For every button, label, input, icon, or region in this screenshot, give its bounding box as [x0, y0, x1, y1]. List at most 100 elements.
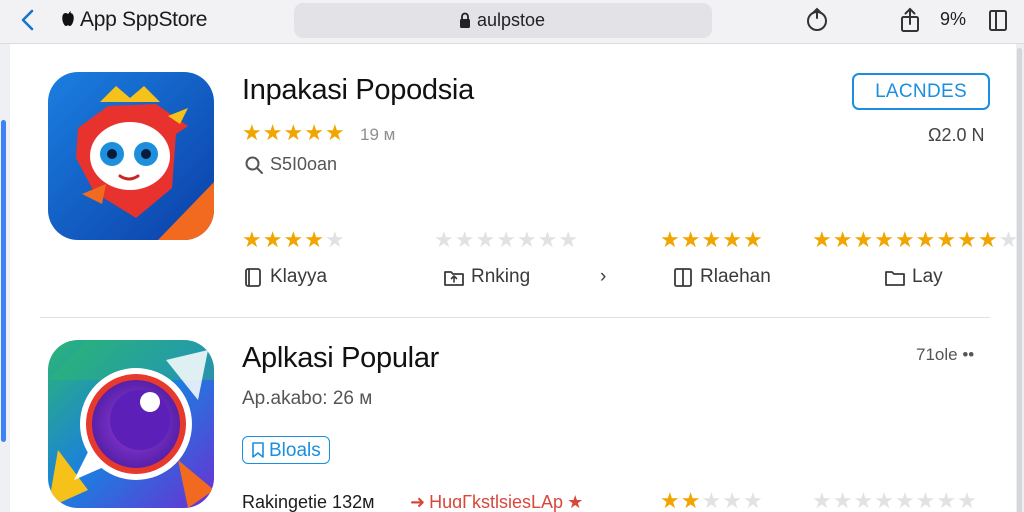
star-icon: ★ [701, 488, 722, 512]
category-badge[interactable]: Bloals [242, 436, 330, 464]
lock-icon [460, 12, 470, 28]
category-label: Klayya [270, 266, 328, 287]
app-title[interactable]: Aplkasi Popular [242, 342, 439, 375]
brand-label: App SppStore [80, 8, 208, 31]
star-icon: ★ [262, 120, 283, 145]
app-store-brand[interactable]: App SppStore [58, 8, 207, 32]
apple-logo-icon [62, 11, 74, 26]
back-chevron-icon[interactable] [14, 6, 42, 34]
url-bar[interactable]: aulpstoe [294, 3, 712, 38]
category-lay[interactable]: Lay [884, 266, 943, 288]
star-icon: ★ [537, 227, 558, 252]
star-icon: ★ [977, 227, 998, 252]
mascot-icon [48, 72, 214, 240]
category-rlaehan[interactable]: Rlaehan [672, 266, 771, 288]
star-icon: ★ [701, 227, 722, 252]
category-rating-2: ★ ★ ★ ★ ★ ★ ★ [434, 229, 578, 251]
star-icon: ★ [242, 227, 262, 252]
star-icon: ★ [324, 227, 345, 252]
reload-icon[interactable] [803, 6, 831, 34]
promo-text[interactable]: ➜ HuɑΓkstlsiesLAp ★ [410, 492, 583, 512]
rating-stars: ★ ★ ★ ★ ★ [242, 122, 345, 144]
battery-level: 9% [940, 9, 967, 29]
star-icon: ★ [475, 227, 496, 252]
star-icon: ★ [874, 227, 894, 252]
star-icon: ★ [454, 227, 475, 252]
star-icon: ★ [874, 488, 894, 512]
star-icon: ★ [434, 227, 454, 252]
star-icon: ★ [915, 488, 936, 512]
arrow-right-icon: ➜ [410, 492, 426, 512]
star-icon: ★ [242, 120, 262, 145]
share-icon[interactable] [896, 6, 924, 34]
star-icon: ★ [722, 227, 742, 252]
star-icon: ★ [660, 488, 680, 512]
star-icon: ★ [722, 488, 742, 512]
category-label: Lay [912, 266, 943, 287]
category-rnking[interactable]: Rnking [443, 266, 530, 288]
app-card-1[interactable]: Inpakasi Popodsia LACNDES ★ ★ ★ ★ ★ 19 м Ω2.… [10, 44, 1018, 318]
book-open-icon [674, 268, 692, 287]
left-scroll-thumb[interactable] [1, 120, 6, 442]
star-icon: ★ [283, 120, 304, 145]
star-icon: ★ [915, 227, 936, 252]
promo-label: HuɑΓkstlsiesLAp [429, 492, 564, 512]
star-icon: ★ [742, 227, 763, 252]
star-icon: ★ [496, 227, 516, 252]
bookmark-icon [252, 442, 264, 458]
right-scrollbar [1016, 44, 1024, 512]
star-icon: ★ [558, 227, 579, 252]
folder-icon [885, 271, 905, 286]
star-icon: ★ [262, 227, 283, 252]
chat-bubble-icon [48, 340, 214, 508]
category-more[interactable]: › [600, 266, 606, 288]
search-icon [245, 156, 263, 174]
category-row: Klayya Rnking › Rlaehan Lay [240, 266, 1000, 296]
tabs-icon[interactable] [984, 6, 1012, 34]
ranking-text: Rakingetie 132м [242, 492, 375, 512]
star-icon: ★ [812, 488, 832, 512]
search-meta-label: S5I0oan [270, 154, 338, 174]
star-icon: ★ [680, 227, 701, 252]
badge-label: Bloals [269, 439, 321, 461]
app-subtitle: Ap.akabo: 26 м [242, 388, 373, 409]
right-scroll-thumb[interactable] [1017, 48, 1022, 512]
app-icon-chat[interactable] [48, 340, 214, 508]
search-meta: S5I0oan [244, 154, 337, 175]
star-icon: ★ [894, 227, 915, 252]
star-icon: ★ [304, 120, 324, 145]
category-rating-4: ★ ★ ★ ★ ★ ★ ★ ★ ★ ★ [812, 229, 1018, 251]
star-icon: ★ [324, 120, 345, 145]
star-icon: ★ [957, 488, 977, 512]
star-icon: ★ [832, 227, 853, 252]
bottom-rating-1: ★ ★ ★ ★ ★ [660, 490, 763, 512]
star-icon: ★ [812, 227, 832, 252]
app-title[interactable]: Inpakasi Popodsia [242, 74, 474, 107]
app-card-2[interactable]: Aplkasi Popular 71ole •• Ap.akabo: 26 м … [10, 318, 1016, 512]
star-icon: ★ [894, 488, 915, 512]
star-icon: ★ [957, 227, 977, 252]
left-scroll-track [0, 44, 10, 512]
star-icon: ★ [998, 227, 1019, 252]
category-rating-1: ★ ★ ★ ★ ★ [242, 229, 345, 251]
category-label: Rlaehan [700, 266, 771, 287]
app-icon-mascot[interactable] [48, 72, 214, 240]
category-label: Rnking [471, 266, 531, 287]
star-icon: ★ [936, 488, 957, 512]
book-icon [245, 268, 261, 287]
install-button[interactable]: LACNDES [852, 73, 990, 110]
star-icon: ★ [283, 227, 304, 252]
category-klayya[interactable]: Klayya [242, 266, 327, 288]
star-icon: ★ [832, 488, 853, 512]
rating-count: 19 м [360, 125, 396, 144]
star-icon: ★ [516, 227, 537, 252]
browser-toolbar: App SppStore aulpstoe 9% [0, 0, 1024, 44]
app-meta-right: 71ole •• [916, 345, 975, 364]
star-icon: ★ [680, 488, 701, 512]
star-icon: ★ [304, 227, 324, 252]
star-icon: ★ [853, 488, 874, 512]
category-rating-3: ★ ★ ★ ★ ★ [660, 229, 763, 251]
star-icon: ★ [936, 227, 957, 252]
chevron-right-icon: › [600, 266, 607, 287]
app-size: Ω2.0 Ν [928, 125, 985, 145]
